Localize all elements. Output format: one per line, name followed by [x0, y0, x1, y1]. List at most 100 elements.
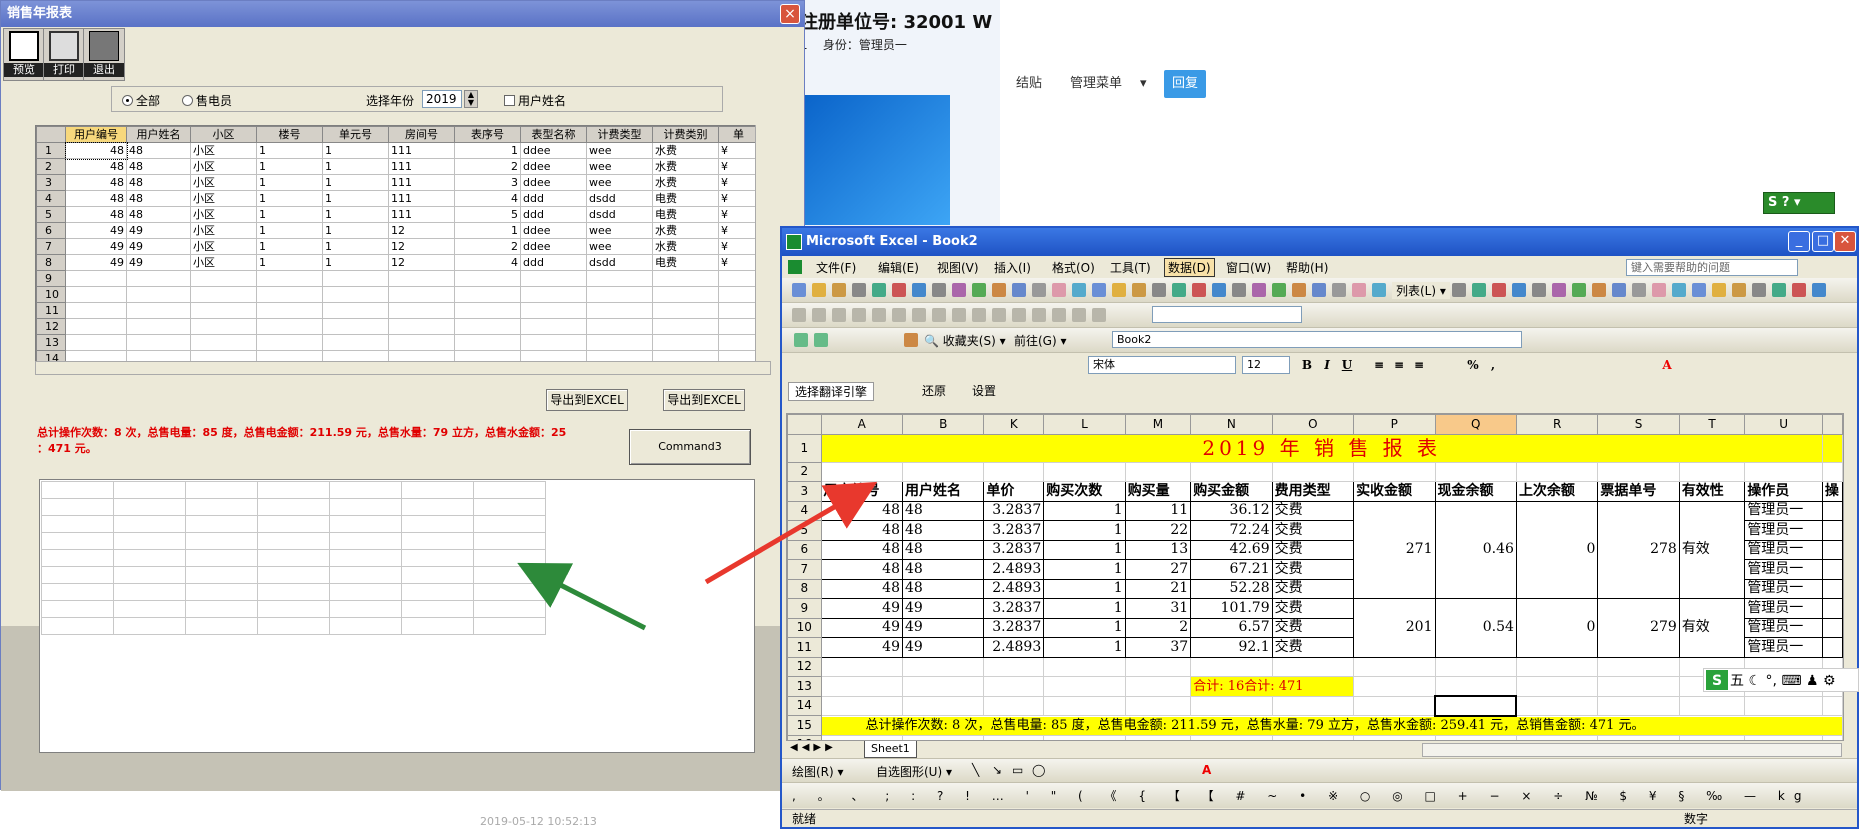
toolbar-button-icon[interactable] [1752, 283, 1766, 297]
grid-cell[interactable]: 1 [322, 190, 389, 207]
toolbar-button-icon[interactable] [1652, 283, 1666, 297]
empty-grid-cell[interactable] [185, 617, 258, 635]
sheet-cell[interactable]: 48 [820, 559, 903, 580]
grid-cell[interactable] [190, 270, 257, 287]
toolbar-button-icon[interactable] [1712, 283, 1726, 297]
sheet-cell[interactable]: 3.2837 [983, 520, 1045, 541]
sheet-cell[interactable]: 49 [901, 637, 985, 658]
grid-cell[interactable]: ddd [520, 190, 587, 207]
grid-header-cell[interactable]: 小区 [190, 126, 257, 143]
grid-cell[interactable] [190, 286, 257, 303]
sheet-cell[interactable] [1821, 559, 1843, 580]
grid-cell[interactable]: 1 [454, 142, 521, 159]
totals-cell[interactable]: 合计: 16合计: 471 [1190, 676, 1355, 697]
grid-cell[interactable]: 1 [322, 142, 389, 159]
grid-cell[interactable]: 1 [256, 142, 323, 159]
sheet-cell[interactable] [1353, 461, 1436, 482]
grid-cell[interactable]: 电费 [652, 206, 719, 223]
empty-grid-cell[interactable] [329, 600, 402, 618]
grid-cell[interactable]: ddee [520, 174, 587, 191]
grid-header-cell[interactable]: 单元号 [322, 126, 389, 143]
grid-cell[interactable]: 小区 [190, 206, 257, 223]
toolbar-button-icon[interactable] [1472, 283, 1486, 297]
empty-grid-cell[interactable] [113, 481, 186, 499]
toolbar-button-icon[interactable] [1692, 283, 1706, 297]
exit-button[interactable]: 退出 [83, 28, 125, 81]
sheet-cell[interactable] [1043, 695, 1126, 716]
empty-grid-cell[interactable] [329, 532, 402, 550]
sheet-cell[interactable]: 1 [1043, 598, 1126, 619]
grid-row-header[interactable]: 9 [36, 270, 66, 287]
grid-row-header[interactable]: 7 [36, 238, 66, 255]
grid-header-cell[interactable]: 计费类别 [652, 126, 719, 143]
sheet-cell[interactable]: 1 [1043, 520, 1126, 541]
sheet-cell[interactable] [1124, 676, 1192, 697]
grid-cell[interactable] [65, 270, 127, 287]
empty-grid-cell[interactable] [473, 532, 546, 550]
nav-manage-menu[interactable]: 管理菜单 [1062, 70, 1130, 98]
empty-grid-cell[interactable] [329, 515, 402, 533]
summary-cell[interactable]: 总计操作次数: 8 次，总售电量: 85 度，总售电金额: 211.59 元，总… [820, 715, 1843, 736]
sheet-cell[interactable] [1821, 500, 1843, 521]
toolbar-button-icon[interactable] [1052, 308, 1066, 322]
grid-cell[interactable]: 1 [322, 158, 389, 175]
grid-cell[interactable]: wee [586, 142, 653, 159]
empty-grid-cell[interactable] [185, 532, 258, 550]
toolbar-button-icon[interactable] [1232, 283, 1246, 297]
toolbar-button-icon[interactable] [872, 283, 886, 297]
empty-grid-cell[interactable] [257, 549, 330, 567]
empty-grid-cell[interactable] [41, 617, 114, 635]
grid-cell[interactable]: 小区 [190, 174, 257, 191]
grid-cell[interactable]: 电费 [652, 254, 719, 271]
translate-engine-select[interactable]: 选择翻译引擎 [788, 382, 875, 401]
autoshape-menu[interactable]: 自选图形(U) ▾ [876, 763, 952, 780]
sheet-cell[interactable] [1271, 656, 1355, 677]
grid-cell[interactable]: 48 [126, 206, 191, 223]
row-header[interactable]: 5 [787, 520, 822, 541]
sheet-cell[interactable]: 管理员一 [1744, 637, 1823, 658]
toolbar-button-icon[interactable] [932, 308, 946, 322]
column-header[interactable]: P [1353, 414, 1436, 435]
empty-grid-cell[interactable] [257, 515, 330, 533]
toolbar-button-icon[interactable] [812, 283, 826, 297]
year-spinner[interactable]: ▲ ▼ [464, 90, 478, 108]
sheet-cell[interactable]: 管理员一 [1744, 520, 1823, 541]
bold-icon[interactable]: B [1298, 356, 1316, 374]
grid-header-cell[interactable]: 单 [718, 126, 759, 143]
sheet-cell[interactable]: 1 [1043, 500, 1126, 521]
toolbar-button-icon[interactable] [1492, 283, 1506, 297]
row-header[interactable]: 2 [787, 461, 822, 482]
reply-button[interactable]: 回复 [1164, 70, 1207, 98]
sheet-cell[interactable] [1124, 656, 1192, 677]
menu-window[interactable]: 窗口(W) [1226, 259, 1271, 276]
grid-cell[interactable]: 1 [256, 190, 323, 207]
grid-cell[interactable]: wee [586, 238, 653, 255]
toolbar-button-icon[interactable] [1372, 283, 1386, 297]
sheet-cell[interactable]: 交费 [1271, 578, 1355, 599]
empty-grid-cell[interactable] [329, 549, 402, 567]
grid-cell[interactable]: ddee [520, 238, 587, 255]
report-header-cell[interactable]: 用户编号 [820, 481, 903, 502]
empty-grid-cell[interactable] [185, 481, 258, 499]
toolbar-button-icon[interactable] [1512, 283, 1526, 297]
column-header[interactable]: L [1043, 414, 1126, 435]
grid-cell[interactable]: 1 [256, 222, 323, 239]
sheet-cell[interactable]: 48 [901, 539, 985, 560]
grid-cell[interactable]: 5 [454, 206, 521, 223]
grid-cell[interactable] [65, 286, 127, 303]
grid-cell[interactable]: 48 [65, 206, 127, 223]
toolbar-button-icon[interactable] [1452, 283, 1466, 297]
empty-grid-cell[interactable] [113, 515, 186, 533]
sheet-cell[interactable] [1744, 461, 1823, 482]
toolbar-button-icon[interactable] [1072, 283, 1086, 297]
report-header-cell[interactable]: 操作员 [1744, 481, 1823, 502]
grid-cell[interactable]: ¥ [718, 190, 759, 207]
report-header-cell[interactable]: 有效性 [1678, 481, 1746, 502]
toolbar-button-icon[interactable] [972, 283, 986, 297]
empty-grid-cell[interactable] [473, 549, 546, 567]
oval-icon[interactable]: ◯ [1032, 763, 1045, 777]
excel-titlebar[interactable]: Microsoft Excel - Book2 [782, 228, 1857, 256]
underline-icon[interactable]: U [1338, 356, 1356, 374]
empty-grid-cell[interactable] [257, 498, 330, 516]
sheet-cell[interactable]: 92.1 [1190, 637, 1273, 658]
